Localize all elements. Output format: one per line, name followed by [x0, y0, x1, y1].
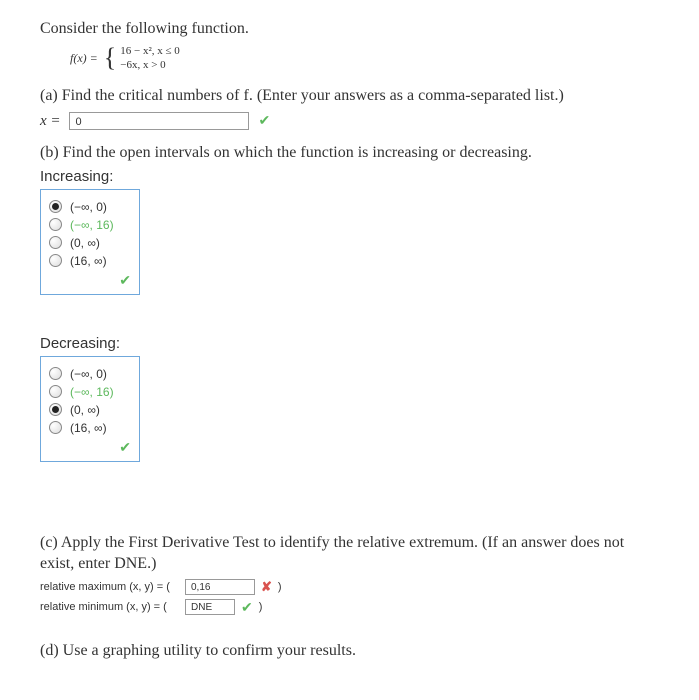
piece-1: 16 − x², x ≤ 0	[120, 44, 180, 58]
rel-min-label: relative minimum (x, y) = (	[40, 601, 185, 613]
radio-icon	[49, 236, 62, 249]
option-label: (0, ∞)	[70, 236, 100, 250]
check-icon: ✔	[119, 273, 131, 290]
part-d-text: (d) Use a graphing utility to confirm yo…	[40, 640, 659, 662]
function-definition: f(x) = { 16 − x², x ≤ 0 −6x, x > 0	[70, 44, 659, 73]
piece-2: −6x, x > 0	[120, 58, 180, 72]
increasing-option-3[interactable]: (16, ∞)	[49, 254, 131, 268]
x-icon: ✘	[261, 579, 272, 595]
intro-text: Consider the following function.	[40, 20, 659, 38]
radio-icon	[49, 385, 62, 398]
decreasing-option-0[interactable]: (−∞, 0)	[49, 367, 131, 381]
option-label: (16, ∞)	[70, 254, 107, 268]
radio-icon	[49, 421, 62, 434]
part-a-label: x =	[40, 113, 61, 130]
option-label: (−∞, 0)	[70, 200, 107, 214]
radio-icon	[49, 367, 62, 380]
close-paren: )	[278, 581, 282, 593]
decreasing-option-2[interactable]: (0, ∞)	[49, 403, 131, 417]
rel-max-input[interactable]: 0,16	[185, 579, 255, 595]
radio-icon	[49, 254, 62, 267]
rel-min-input[interactable]: DNE	[185, 599, 235, 615]
decreasing-radio-group: (−∞, 0) (−∞, 16) (0, ∞) (16, ∞) ✔	[40, 356, 140, 462]
increasing-heading: Increasing:	[40, 168, 659, 185]
decreasing-option-1[interactable]: (−∞, 16)	[49, 385, 131, 399]
option-label: (0, ∞)	[70, 403, 100, 417]
radio-icon	[49, 403, 62, 416]
part-a-text: (a) Find the critical numbers of f. (Ent…	[40, 85, 659, 107]
rel-max-label: relative maximum (x, y) = (	[40, 581, 185, 593]
radio-icon	[49, 218, 62, 231]
decreasing-option-3[interactable]: (16, ∞)	[49, 421, 131, 435]
check-icon: ✔	[119, 440, 131, 457]
radio-icon	[49, 200, 62, 213]
option-label: (−∞, 16)	[70, 385, 114, 399]
option-label: (16, ∞)	[70, 421, 107, 435]
decreasing-heading: Decreasing:	[40, 335, 659, 352]
check-icon: ✔	[241, 599, 253, 616]
part-a-input[interactable]: 0	[69, 112, 249, 130]
part-c-text: (c) Apply the First Derivative Test to i…	[40, 532, 659, 575]
fx-label: f(x) =	[70, 51, 98, 66]
increasing-radio-group: (−∞, 0) (−∞, 16) (0, ∞) (16, ∞) ✔	[40, 189, 140, 295]
increasing-option-0[interactable]: (−∞, 0)	[49, 200, 131, 214]
part-b-text: (b) Find the open intervals on which the…	[40, 142, 659, 164]
check-icon: ✔	[259, 113, 271, 130]
option-label: (−∞, 0)	[70, 367, 107, 381]
option-label: (−∞, 16)	[70, 218, 114, 232]
brace: {	[104, 48, 116, 69]
close-paren: )	[259, 601, 263, 613]
increasing-option-1[interactable]: (−∞, 16)	[49, 218, 131, 232]
increasing-option-2[interactable]: (0, ∞)	[49, 236, 131, 250]
